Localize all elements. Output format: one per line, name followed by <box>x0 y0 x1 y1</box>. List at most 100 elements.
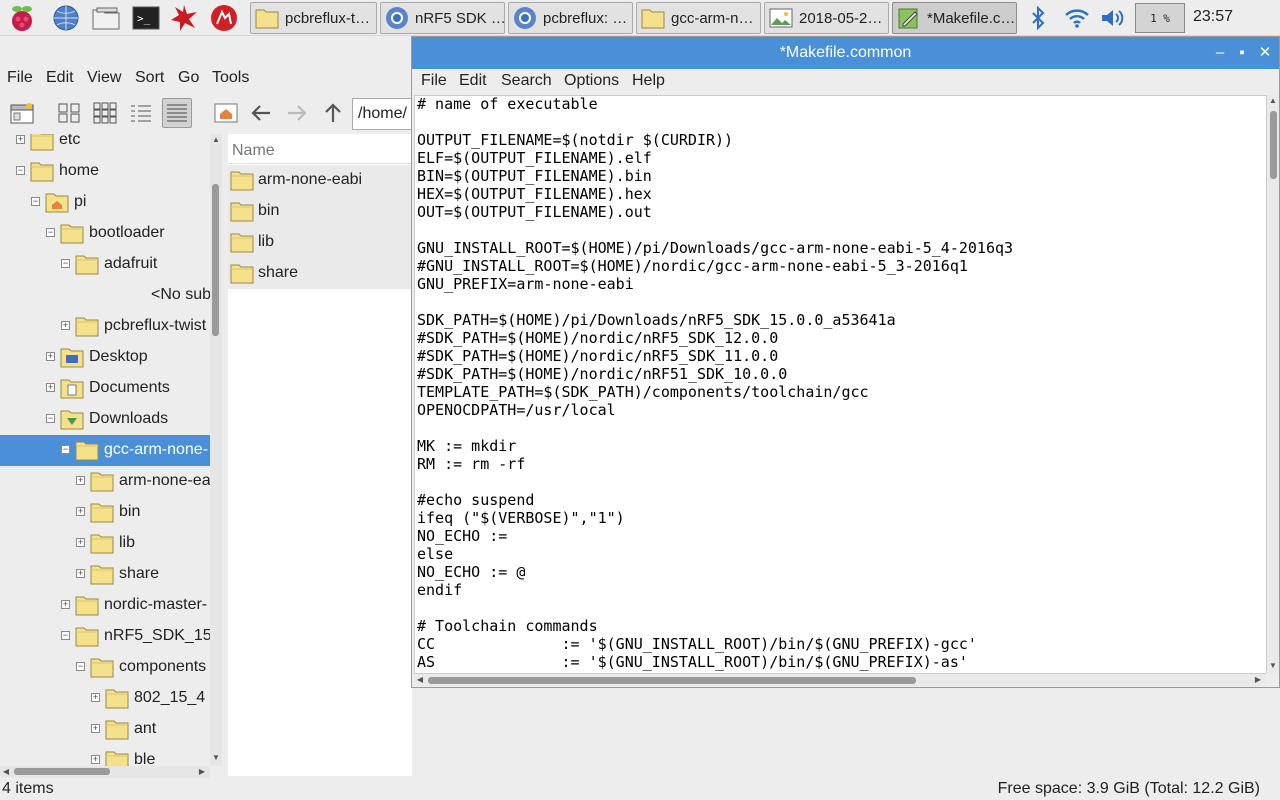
file-list[interactable]: Name arm-none-eabi bin lib share <box>228 134 412 776</box>
collapse-icon[interactable]: − <box>61 259 70 268</box>
column-header-name[interactable]: Name <box>228 134 412 164</box>
tree-item[interactable]: <No subfolders> <box>0 280 210 311</box>
tree-item[interactable]: + etc <box>0 134 210 156</box>
tree-item[interactable]: + ant <box>0 714 210 745</box>
home-folder-icon[interactable] <box>211 98 241 128</box>
tree-item[interactable]: + bin <box>0 497 210 528</box>
tree-item[interactable]: − adafruit <box>0 249 210 280</box>
tree-item[interactable]: +802_15_4 <box>0 683 210 714</box>
tree-item[interactable]: − gcc-arm-none- <box>0 435 210 466</box>
forward-arrow-icon[interactable] <box>282 98 312 128</box>
tree-item[interactable]: + nordic-master- <box>0 590 210 621</box>
scroll-left-icon[interactable]: ◀ <box>414 674 426 686</box>
editor-menu-options[interactable]: Options <box>564 72 619 90</box>
new-tab-icon[interactable] <box>7 98 37 128</box>
expand-icon[interactable]: + <box>61 321 70 330</box>
tree-item[interactable]: − bootloader <box>0 218 210 249</box>
expand-icon[interactable]: + <box>46 352 55 361</box>
scroll-left-icon[interactable]: ◀ <box>0 766 12 778</box>
window-title[interactable]: *Makefile.common <box>412 37 1279 69</box>
raspberry-menu-icon[interactable] <box>6 2 38 34</box>
tree-item[interactable]: − Downloads <box>0 404 210 435</box>
tree-item[interactable]: − nRF5_SDK_15. <box>0 621 210 652</box>
expand-icon[interactable]: + <box>76 569 85 578</box>
math-kernel-icon[interactable] <box>168 2 200 34</box>
code-text-area[interactable]: # name of executable OUTPUT_FILENAME=$(no… <box>414 95 1266 673</box>
file-manager-icon[interactable] <box>90 2 122 34</box>
fm-menu-file[interactable]: File <box>7 69 33 87</box>
scroll-up-icon[interactable]: ▲ <box>1267 95 1279 107</box>
editor-vertical-scrollbar[interactable]: ▲ ▼ <box>1266 95 1279 673</box>
wolfram-icon[interactable] <box>208 2 240 34</box>
up-arrow-icon[interactable] <box>318 98 348 128</box>
tree-item[interactable]: + share <box>0 559 210 590</box>
terminal-icon[interactable]: >_ <box>130 2 162 34</box>
fm-menu-tools[interactable]: Tools <box>212 69 249 87</box>
scroll-right-icon[interactable]: ▶ <box>1252 674 1264 686</box>
fm-menu-edit[interactable]: Edit <box>46 69 74 87</box>
task-button-file-manager[interactable]: pcbreflux-t… <box>250 2 377 34</box>
folder-tree[interactable]: + etc − home − pi − bootloader − adafruit <No subf… <box>0 134 210 766</box>
bluetooth-icon[interactable] <box>1026 2 1050 34</box>
list-view-icon[interactable] <box>162 98 192 128</box>
tree-item[interactable]: + Documents <box>0 373 210 404</box>
maximize-icon[interactable]: ▪ <box>1230 37 1254 69</box>
file-list-item[interactable]: arm-none-eabi <box>228 165 412 196</box>
expand-icon[interactable]: + <box>76 507 85 516</box>
clock[interactable]: 23:57 <box>1193 8 1233 26</box>
compact-view-icon[interactable] <box>126 98 156 128</box>
task-button-browser[interactable]: nRF5 SDK … <box>380 2 505 34</box>
editor-menu-help[interactable]: Help <box>632 72 665 90</box>
scroll-thumb[interactable] <box>428 677 916 684</box>
expand-icon[interactable]: + <box>91 693 100 702</box>
collapse-icon[interactable]: − <box>61 445 70 454</box>
expand-icon[interactable]: + <box>61 600 70 609</box>
tree-item[interactable]: − components <box>0 652 210 683</box>
editor-menu-file[interactable]: File <box>421 72 447 90</box>
expand-icon[interactable]: + <box>76 538 85 547</box>
task-button-browser-2[interactable]: pcbreflux: … <box>508 2 633 34</box>
tree-horizontal-scrollbar[interactable]: ◀ ▶ <box>0 766 210 778</box>
tree-item[interactable]: + lib <box>0 528 210 559</box>
editor-horizontal-scrollbar[interactable]: ◀ ▶ <box>414 673 1266 686</box>
file-list-item[interactable]: share <box>228 258 412 289</box>
scroll-thumb[interactable] <box>212 184 219 336</box>
task-button-file-manager-2[interactable]: gcc-arm-n… <box>636 2 761 34</box>
scroll-right-icon[interactable]: ▶ <box>196 766 208 778</box>
web-browser-icon[interactable] <box>50 2 82 34</box>
editor-menu-search[interactable]: Search <box>501 72 552 90</box>
file-list-item[interactable]: bin <box>228 196 412 227</box>
close-icon[interactable]: ✕ <box>1253 37 1277 69</box>
tree-item[interactable]: + arm-none-ea <box>0 466 210 497</box>
fm-menu-sort[interactable]: Sort <box>135 69 164 87</box>
collapse-icon[interactable]: − <box>46 414 55 423</box>
cpu-monitor[interactable]: 1 % <box>1135 3 1185 33</box>
minimize-icon[interactable]: – <box>1208 37 1232 69</box>
expand-icon[interactable]: + <box>76 476 85 485</box>
wifi-icon[interactable] <box>1062 2 1092 34</box>
tree-item[interactable]: + pcbreflux-twist <box>0 311 210 342</box>
expand-icon[interactable]: + <box>91 755 100 764</box>
tree-vertical-scrollbar[interactable]: ▲ ▼ <box>210 134 222 766</box>
scroll-thumb[interactable] <box>1270 111 1277 179</box>
scroll-down-icon[interactable]: ▼ <box>1267 660 1279 672</box>
expand-icon[interactable]: + <box>16 135 25 144</box>
scroll-up-icon[interactable]: ▲ <box>210 134 222 146</box>
collapse-icon[interactable]: − <box>61 631 70 640</box>
task-button-text-editor[interactable]: *Makefile.c… <box>892 2 1017 34</box>
editor-menu-edit[interactable]: Edit <box>459 72 487 90</box>
collapse-icon[interactable]: − <box>16 166 25 175</box>
tree-item[interactable]: − home <box>0 156 210 187</box>
expand-icon[interactable]: + <box>46 383 55 392</box>
tree-item[interactable]: + Desktop <box>0 342 210 373</box>
tree-item[interactable]: − pi <box>0 187 210 218</box>
back-arrow-icon[interactable] <box>246 98 276 128</box>
thumbnail-view-icon[interactable] <box>90 98 120 128</box>
volume-icon[interactable] <box>1098 2 1128 34</box>
fm-menu-view[interactable]: View <box>87 69 121 87</box>
scroll-thumb[interactable] <box>14 768 110 775</box>
scroll-down-icon[interactable]: ▼ <box>210 752 222 764</box>
fm-menu-go[interactable]: Go <box>178 69 199 87</box>
collapse-icon[interactable]: − <box>31 197 40 206</box>
task-button-image-viewer[interactable]: 2018-05-2… <box>764 2 889 34</box>
